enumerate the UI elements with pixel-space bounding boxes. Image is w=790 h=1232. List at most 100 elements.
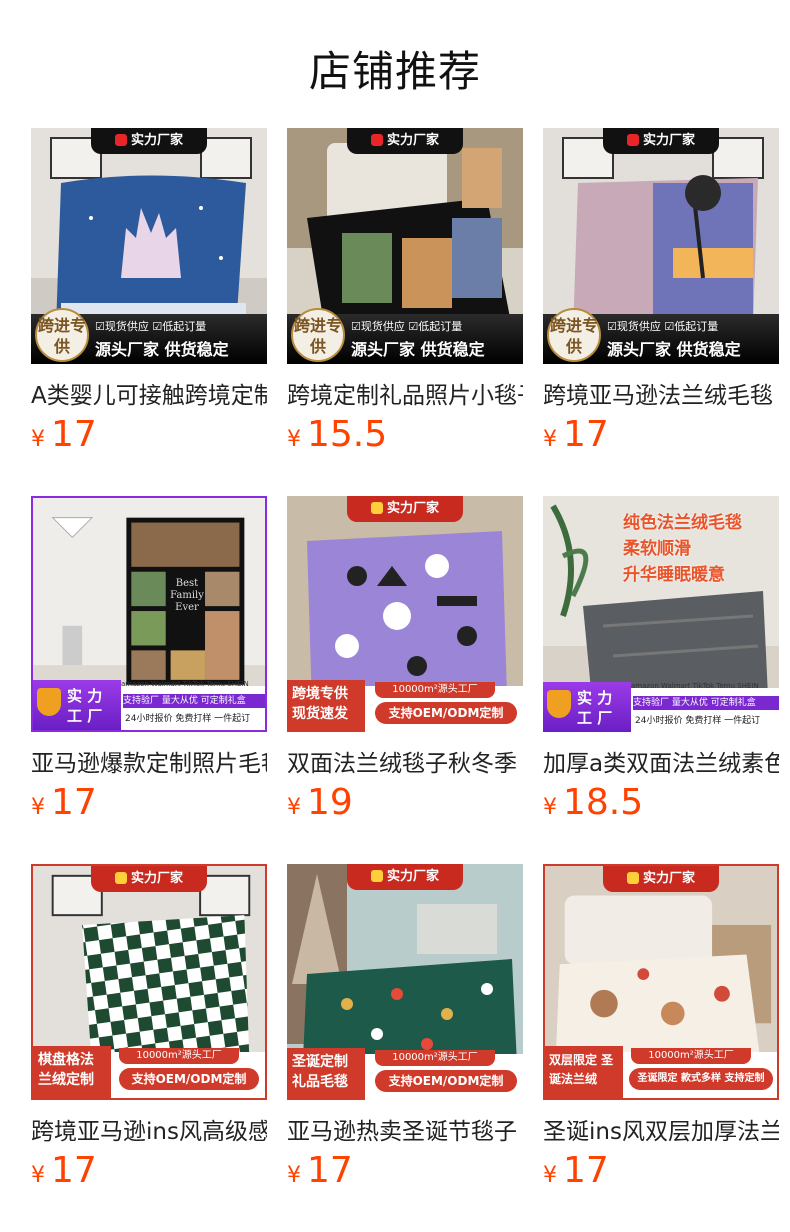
product-image[interactable]: 实力厂家 跨境专供 现货速发 10000m²源头工厂 支持OEM/ODM定制 [287,496,523,732]
currency-symbol: ¥ [31,795,45,820]
product-image[interactable]: 实力厂家 跨进专供 ☑现货供应 ☑低起订量 源头厂家 供货稳定 [31,128,267,364]
shield-icon [114,133,127,146]
tag-banner: 实力厂家 [603,128,719,154]
check-label: 现货供应 [104,320,149,333]
price-value: 17 [307,1150,353,1191]
product-name[interactable]: A类婴儿可接触跨境定制 [31,376,267,410]
factory-label: 10000m²源头工厂 [119,1048,239,1064]
check-label: 低起订量 [418,320,463,333]
tag-banner: 实力厂家 [91,866,207,892]
bottom-banner: 跨进专供 ☑现货供应 ☑低起订量 源头厂家 供货稳定 [31,308,267,364]
tag-banner: 实力厂家 [603,866,719,892]
product-name[interactable]: 亚马逊热卖圣诞节毯子 [287,1112,523,1146]
product-price: ¥17 [543,414,609,455]
bottom-banner: 棋盘格法 兰绒定制 10000m²源头工厂 支持OEM/ODM定制 [33,1046,265,1098]
product-image[interactable]: 实力厂家 圣诞定制 礼品毛毯 10000m²源头工厂 支持OEM/ODM定制 [287,864,523,1100]
tag-banner: 实力厂家 [347,864,463,890]
tag-banner: 实力厂家 [91,128,207,154]
product-card[interactable]: 实力厂家 双层限定 圣诞法兰绒 10000m²源头工厂 圣诞限定 款式多样 支持… [543,864,779,1191]
bottom-banner: 跨进专供 ☑现货供应 ☑低起订量 源头厂家 供货稳定 [543,308,779,364]
product-name[interactable]: 跨境亚马逊法兰绒毛毯 [543,376,779,410]
check-icon: ☑ [351,320,361,333]
product-name[interactable]: 加厚a类双面法兰绒素色 [543,744,779,778]
headline-line: 纯色法兰绒毛毯 [623,513,742,533]
product-image[interactable]: Best Family Ever 实 力 工 厂 amazon Walmart … [31,496,267,732]
corner-label: 双层限定 圣诞法兰绒 [545,1046,623,1098]
oem-pill[interactable]: 支持OEM/ODM定制 [375,702,517,724]
service-line-2: 24小时报价 免费打样 一件起订 [125,714,251,724]
product-image[interactable]: 实力厂家 跨进专供 ☑现货供应 ☑低起订量 源头厂家 供货稳定 [287,128,523,364]
product-price: ¥17 [31,1150,97,1191]
product-card[interactable]: 实力厂家 跨进专供 ☑现货供应 ☑低起订量 源头厂家 供货稳定 A类婴儿可接触跨… [31,128,267,455]
shield-icon [626,133,639,146]
price-value: 17 [563,414,609,455]
headline: 纯色法兰绒毛毯 柔软顺滑 升华睡眠暖意 [623,510,742,588]
check-label: 现货供应 [616,320,661,333]
price-value: 18.5 [563,782,644,823]
corner-label: 跨境专供 现货速发 [287,680,365,732]
bottom-banner: 跨进专供 ☑现货供应 ☑低起订量 源头厂家 供货稳定 [287,308,523,364]
product-name[interactable]: 圣诞ins风双层加厚法兰绒 [543,1112,779,1146]
price-value: 17 [51,1150,97,1191]
check-icon: ☑ [152,320,163,333]
product-image[interactable]: 实力厂家 棋盘格法 兰绒定制 10000m²源头工厂 支持OEM/ODM定制 [31,864,267,1100]
service-line-1: 支持验厂 量大从优 可定制礼盒 [633,696,779,710]
product-card[interactable]: 实力厂家 圣诞定制 礼品毛毯 10000m²源头工厂 支持OEM/ODM定制 亚… [287,864,523,1191]
currency-symbol: ¥ [543,795,557,820]
currency-symbol: ¥ [31,1163,45,1188]
price-value: 17 [51,782,97,823]
bottom-banner: 实 力 工 厂 amazon Walmart TikTok Temu SHEIN… [543,682,779,732]
currency-symbol: ¥ [543,427,557,452]
headline-line: 柔软顺滑 [623,539,691,559]
oem-pill[interactable]: 圣诞限定 款式多样 支持定制 [629,1068,773,1090]
product-image[interactable]: 实力厂家 跨进专供 ☑现货供应 ☑低起订量 源头厂家 供货稳定 [543,128,779,364]
tag-label: 实力厂家 [130,133,183,148]
product-price: ¥17 [31,782,97,823]
bottom-banner: 圣诞定制 礼品毛毯 10000m²源头工厂 支持OEM/ODM定制 [287,1048,523,1100]
product-card[interactable]: 实力厂家 跨境专供 现货速发 10000m²源头工厂 支持OEM/ODM定制 双… [287,496,523,823]
tag-banner: 实力厂家 [347,128,463,154]
check-icon: ☑ [95,320,105,333]
currency-symbol: ¥ [287,795,301,820]
tag-banner: 实力厂家 [347,496,463,522]
currency-symbol: ¥ [287,427,301,452]
shield-icon [370,501,383,514]
product-card[interactable]: 纯色法兰绒毛毯 柔软顺滑 升华睡眠暖意 实 力 工 厂 amazon Walma… [543,496,779,823]
check-icon: ☑ [664,320,675,333]
badge: 跨进专供 [291,308,345,362]
product-price: ¥19 [287,782,353,823]
bottom-banner: 实 力 工 厂 amazon Walmart TikTok Temu SHEIN… [33,680,265,730]
product-image[interactable]: 纯色法兰绒毛毯 柔软顺滑 升华睡眠暖意 实 力 工 厂 amazon Walma… [543,496,779,732]
product-name[interactable]: 跨境亚马逊ins风高级感 [31,1112,267,1146]
price-value: 19 [307,782,353,823]
badge: 跨进专供 [35,308,89,362]
banner-text: 源头厂家 供货稳定 [607,340,741,359]
product-card[interactable]: 实力厂家 棋盘格法 兰绒定制 10000m²源头工厂 支持OEM/ODM定制 跨… [31,864,267,1191]
check-label: 低起订量 [674,320,719,333]
oem-pill[interactable]: 支持OEM/ODM定制 [119,1068,259,1090]
product-card[interactable]: Best Family Ever 实 力 工 厂 amazon Walmart … [31,496,267,823]
product-name[interactable]: 跨境定制礼品照片小毯子 [287,376,523,410]
check-icon: ☑ [408,320,419,333]
corner-label: 棋盘格法 兰绒定制 [33,1046,111,1098]
tag-label: 实力厂家 [386,133,439,148]
product-card[interactable]: 实力厂家 跨进专供 ☑现货供应 ☑低起订量 源头厂家 供货稳定 跨境亚马逊法兰绒… [543,128,779,455]
badge: 跨进专供 [547,308,601,362]
currency-symbol: ¥ [543,1163,557,1188]
oem-pill[interactable]: 支持OEM/ODM定制 [375,1070,517,1092]
product-name[interactable]: 双面法兰绒毯子秋冬季 [287,744,523,778]
banner-text: 源头厂家 供货稳定 [351,340,485,359]
product-image[interactable]: 实力厂家 双层限定 圣诞法兰绒 10000m²源头工厂 圣诞限定 款式多样 支持… [543,864,779,1100]
currency-symbol: ¥ [287,1163,301,1188]
corner-label: 圣诞定制 礼品毛毯 [287,1048,365,1100]
price-value: 17 [563,1150,609,1191]
product-name[interactable]: 亚马逊爆款定制照片毛毯 [31,744,267,778]
check-list: ☑现货供应 ☑低起订量 [95,318,206,334]
product-price: ¥17 [31,414,97,455]
product-price: ¥17 [543,1150,609,1191]
shield-icon [626,871,639,884]
tag-label: 实力厂家 [386,869,439,884]
product-card[interactable]: 实力厂家 跨进专供 ☑现货供应 ☑低起订量 源头厂家 供货稳定 跨境定制礼品照片… [287,128,523,455]
product-price: ¥17 [287,1150,353,1191]
shield-icon [547,690,571,718]
